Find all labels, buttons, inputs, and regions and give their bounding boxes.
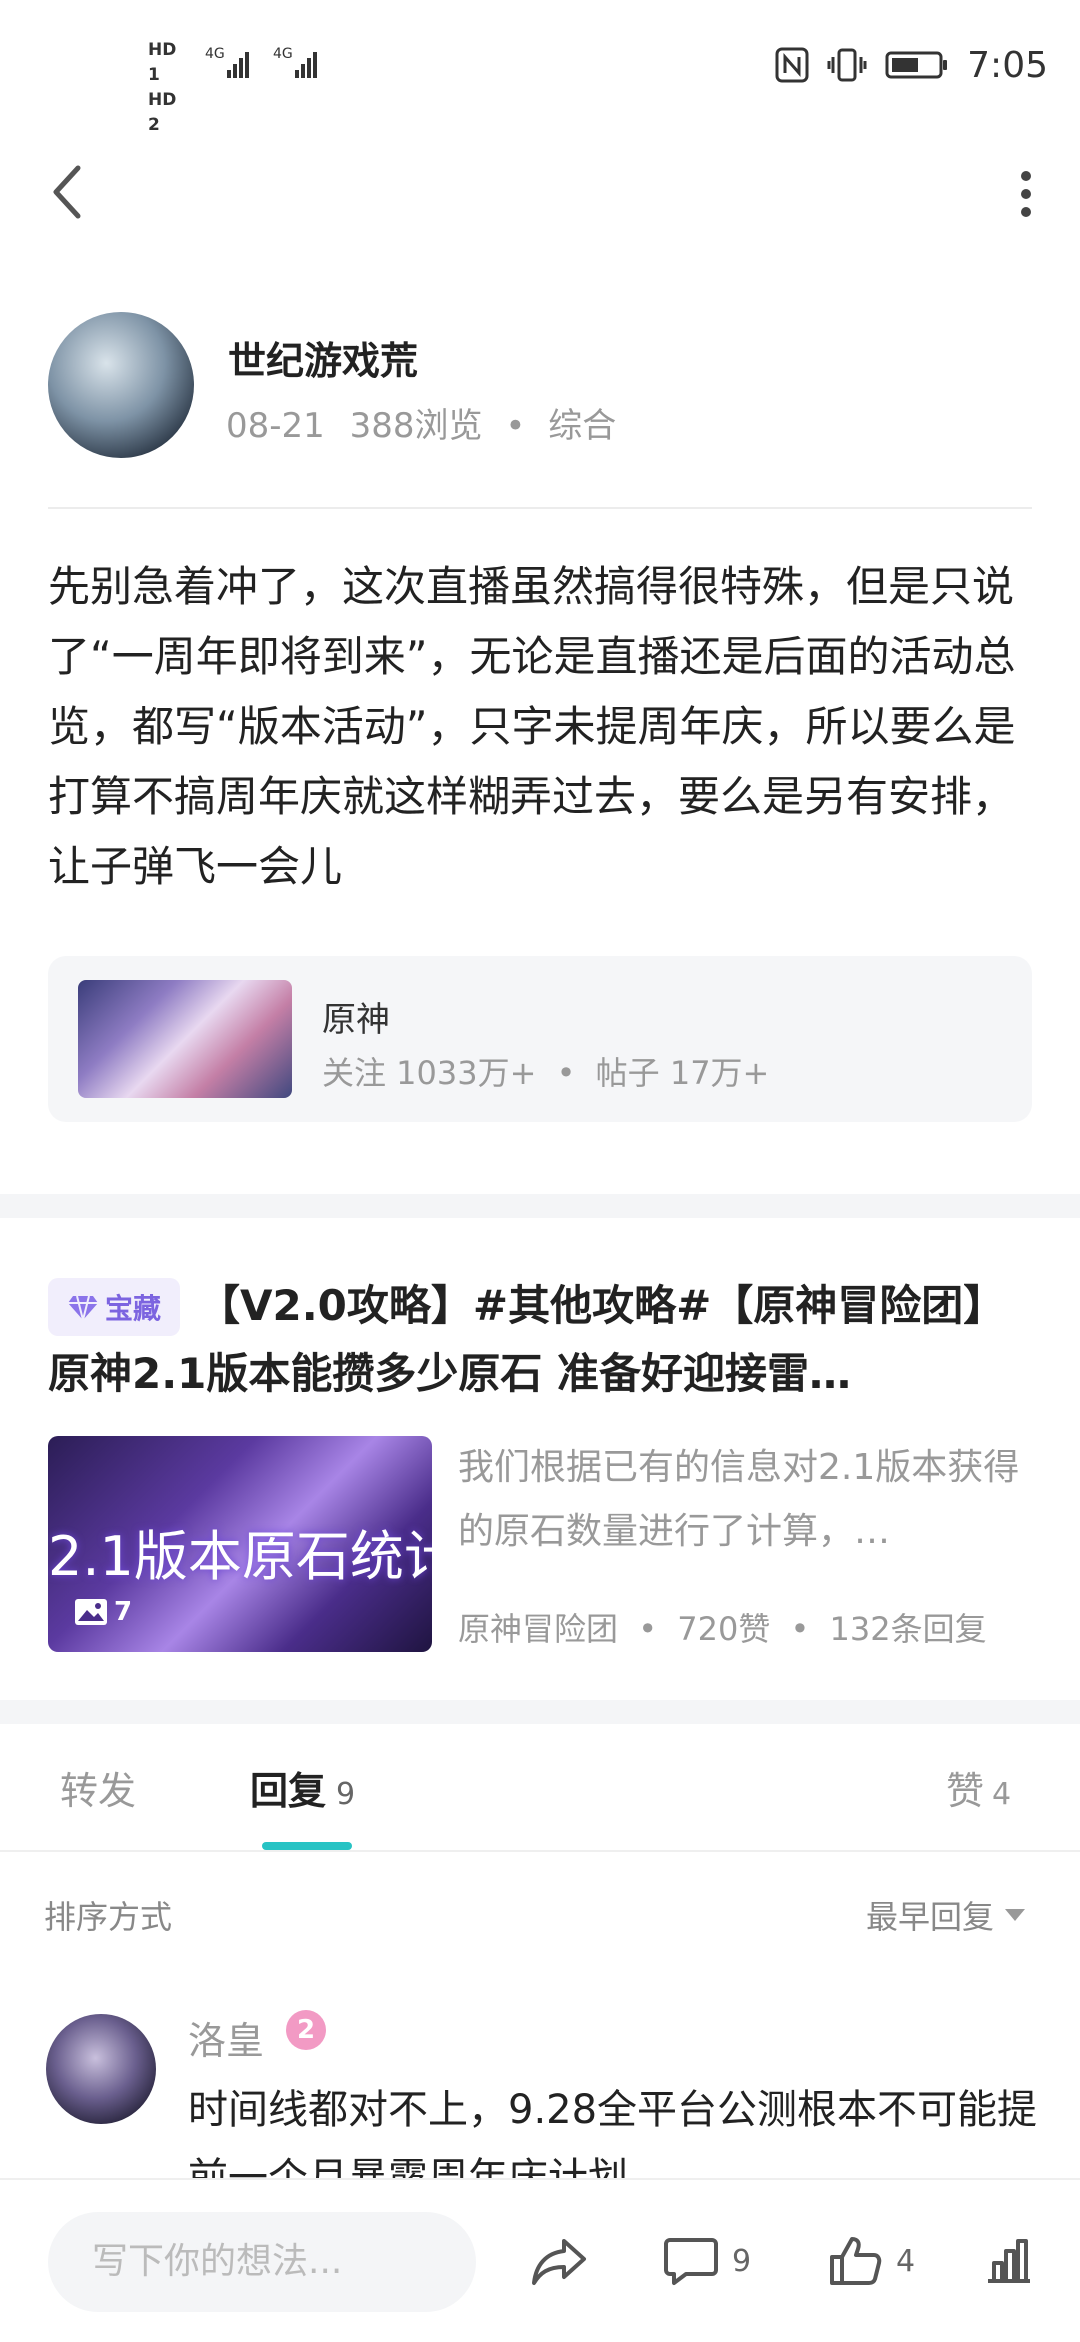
- tab-like[interactable]: 赞4: [946, 1760, 1011, 1815]
- image-icon: [75, 1599, 107, 1625]
- tab-reply-count: 9: [336, 1777, 356, 1812]
- treasure-badge: 宝藏: [48, 1278, 180, 1336]
- article-summary: 我们根据已有的信息对2.1版本获得的原石数量进行了计算，…: [458, 1447, 1020, 1552]
- nfc-icon: [775, 47, 809, 83]
- stats-button[interactable]: [984, 2226, 1034, 2296]
- sort-label: 排序方式: [44, 1898, 173, 1936]
- more-options-button[interactable]: [1016, 168, 1036, 220]
- thumbs-up-icon: [830, 2237, 882, 2285]
- network-label-2: 4G: [273, 46, 293, 62]
- like-count: 4: [896, 2243, 916, 2279]
- sort-value: 最早回复: [865, 1898, 994, 1936]
- article-source: 原神冒险团: [458, 1610, 619, 1648]
- tab-reply[interactable]: 回复 9: [250, 1760, 355, 1815]
- reply-avatar[interactable]: [46, 2014, 156, 2124]
- post-category: 综合: [548, 406, 617, 446]
- topic-name: 原神: [322, 1000, 390, 1040]
- tab-repost-label: 转发: [60, 1769, 137, 1813]
- view-count: 388浏览: [349, 406, 483, 446]
- author-name[interactable]: 世纪游戏荒: [228, 330, 418, 385]
- article-meta: 原神冒险团 • 720赞 • 132条回复: [458, 1604, 987, 1650]
- like-button[interactable]: 4: [828, 2226, 915, 2296]
- post-date: 08-21: [226, 406, 325, 446]
- section-separator: [0, 1700, 1080, 1724]
- status-right: 7:05: [775, 40, 1048, 90]
- article-replies: 132条回复: [829, 1610, 987, 1648]
- back-button[interactable]: [44, 160, 88, 224]
- thumbnail-caption: 2.1版本原石统计: [48, 1525, 432, 1588]
- article-title-text: 【V2.0攻略】#其他攻略#【原神冒险团】原神2.1版本能攒多少原石 准备好迎接…: [48, 1281, 1006, 1398]
- section-separator: [0, 1194, 1080, 1218]
- active-tab-indicator: [262, 1842, 352, 1850]
- meta-dot: •: [556, 1054, 576, 1092]
- article-likes: 720赞: [677, 1610, 771, 1648]
- comment-count: 9: [732, 2243, 752, 2279]
- comment-input[interactable]: 写下你的想法...: [48, 2212, 476, 2312]
- signal-icon: 4G 4G: [205, 46, 317, 78]
- chevron-left-icon: [53, 165, 81, 219]
- comment-button[interactable]: 9: [664, 2226, 751, 2296]
- tab-reply-label: 回复: [250, 1769, 327, 1813]
- image-count-label: 7: [114, 1597, 133, 1627]
- badge-label: 宝藏: [104, 1292, 161, 1325]
- sort-dropdown[interactable]: 最早回复: [866, 1892, 1026, 1938]
- tab-like-count: 4: [992, 1777, 1012, 1812]
- topic-stats: 关注 1033万+ • 帖子 17万+: [322, 1048, 769, 1094]
- topic-posts: 帖子 17万+: [595, 1054, 770, 1092]
- share-button[interactable]: [530, 2226, 588, 2296]
- post-meta: 08-21 388浏览 • 综合: [226, 398, 616, 447]
- meta-dot: •: [790, 1610, 810, 1648]
- network-label: 4G: [205, 46, 225, 62]
- topic-thumbnail: [78, 980, 292, 1098]
- vibrate-icon: [827, 48, 867, 82]
- share-icon: [532, 2239, 586, 2285]
- caret-down-icon: [1005, 1909, 1025, 1921]
- diamond-icon: [67, 1295, 98, 1321]
- divider: [48, 507, 1032, 509]
- image-count: 7: [74, 1592, 132, 1632]
- sim1-label: HD 1: [148, 40, 177, 85]
- tab-like-label: 赞: [946, 1769, 985, 1813]
- meta-dot: •: [505, 406, 526, 446]
- article-thumbnail[interactable]: 2.1版本原石统计 7: [48, 1436, 432, 1652]
- clock: 7:05: [967, 44, 1048, 86]
- article-title[interactable]: 【V2.0攻略】#其他攻略#【原神冒险团】原神2.1版本能攒多少原石 准备好迎接…: [48, 1272, 1032, 1408]
- reply-username[interactable]: 洛皇: [188, 2010, 264, 2065]
- battery-icon: [885, 51, 948, 79]
- author-avatar[interactable]: [48, 312, 194, 458]
- status-bar: HD 1 HD 2 4G 4G 7:05: [0, 0, 1080, 135]
- meta-dot: •: [638, 1610, 658, 1648]
- topic-followers: 关注 1033万+: [322, 1054, 537, 1092]
- comment-icon: [664, 2238, 718, 2285]
- post-body: 先别急着冲了，这次直播虽然搞得很特殊，但是只说了“一周年即将到来”，无论是直播还…: [48, 562, 1016, 891]
- divider: [0, 1850, 1080, 1852]
- level-badge: 2: [286, 2010, 326, 2050]
- sim2-label: HD 2: [148, 90, 177, 135]
- bar-chart-icon: [988, 2239, 1030, 2283]
- tab-repost[interactable]: 转发: [60, 1760, 136, 1815]
- sim-indicator: HD 1 HD 2: [148, 38, 184, 138]
